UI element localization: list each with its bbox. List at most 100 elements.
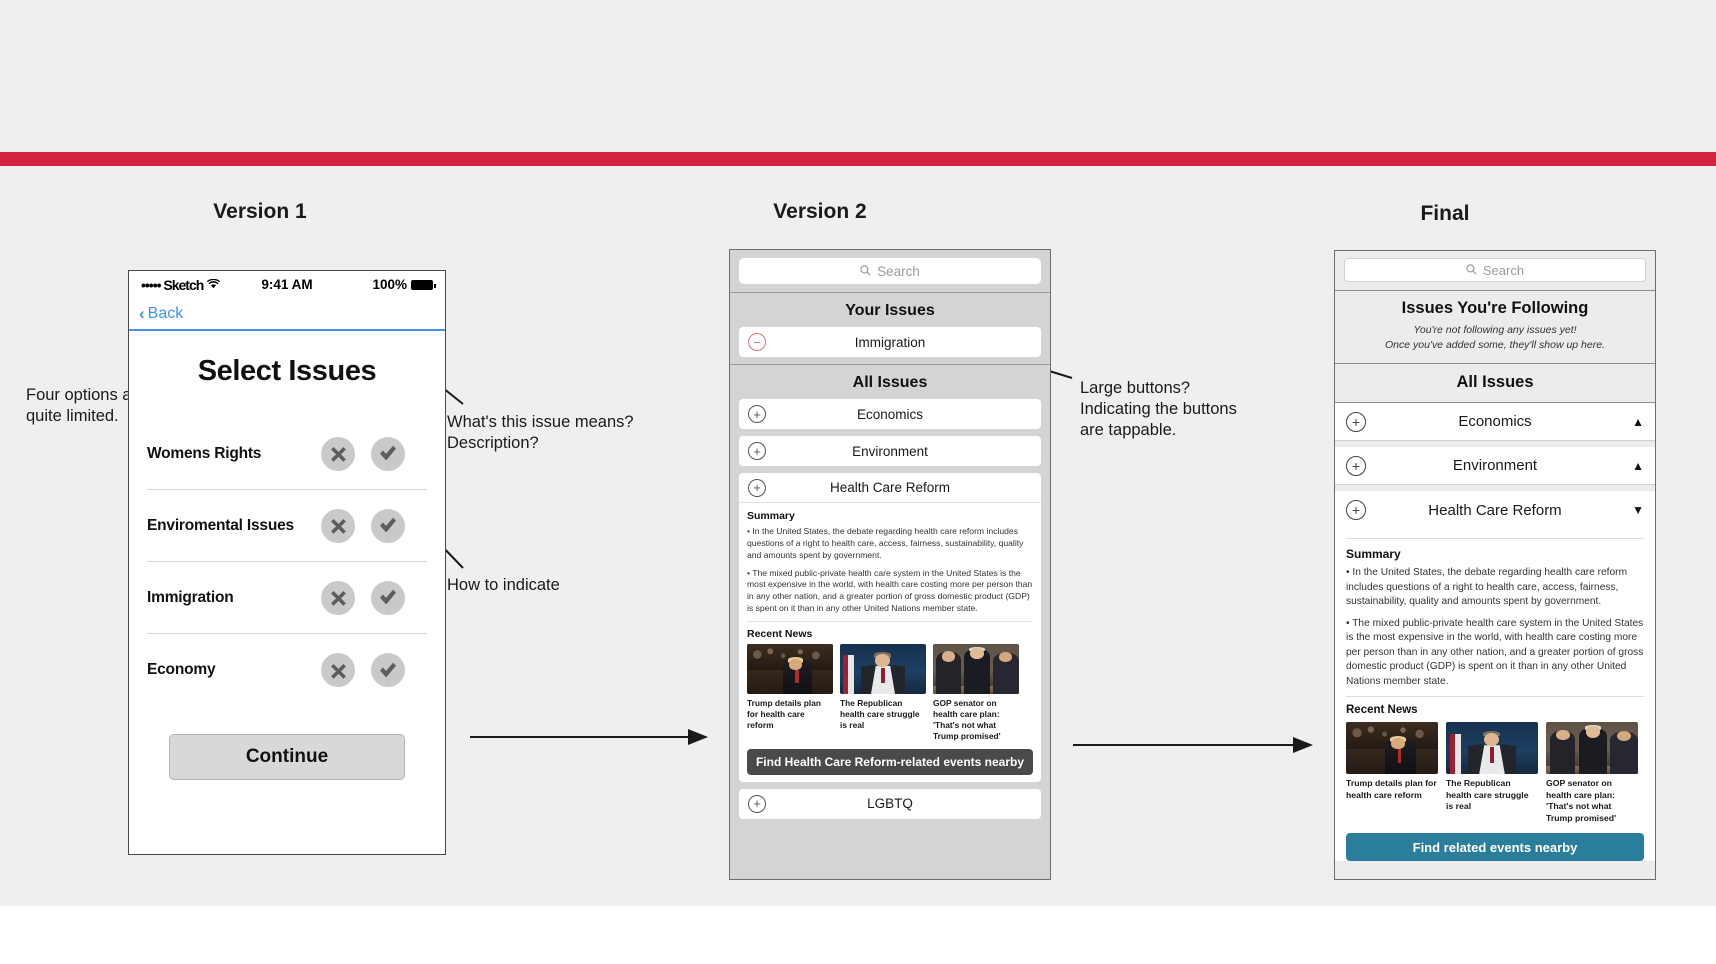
top-background-band [0, 0, 1716, 156]
list-item-health-care-reform[interactable]: + Health Care Reform ▼ [1335, 491, 1655, 530]
annotation-issue-meaning: What's this issue means? Description? [447, 413, 634, 453]
news-card[interactable]: GOP senator on health care plan: 'That's… [933, 644, 1019, 742]
list-item: Enviromental Issues [147, 490, 427, 562]
expanded-issue-header[interactable]: + Health Care Reform [739, 473, 1041, 503]
plus-circle-icon[interactable]: + [1346, 455, 1366, 476]
list-item-environment[interactable]: + Environment ▲ [1335, 447, 1655, 486]
search-input[interactable]: Search [739, 258, 1041, 284]
following-empty-state: You're not following any issues yet! Onc… [1385, 324, 1605, 352]
news-card[interactable]: The Republican health care struggle is r… [1446, 722, 1538, 824]
issue-label: Immigration [147, 588, 234, 606]
divider [747, 621, 1033, 623]
search-placeholder: Search [877, 263, 920, 279]
final-phone-mockup: Search Issues You're Following You're no… [1334, 250, 1656, 880]
check-circle-icon[interactable] [371, 436, 405, 471]
x-circle-icon[interactable] [321, 580, 355, 615]
list-item-immigration[interactable]: − Immigration [739, 327, 1041, 357]
news-caption: Trump details plan for health care refor… [747, 698, 821, 730]
expanded-issue-panel: Summary • In the United States, the deba… [1335, 529, 1655, 862]
following-section: Issues You're Following You're not follo… [1335, 290, 1655, 365]
list-item-economics[interactable]: + Economics ▲ [1335, 403, 1655, 442]
news-card[interactable]: GOP senator on health care plan: 'That's… [1546, 722, 1638, 824]
search-input[interactable]: Search [1344, 258, 1646, 282]
red-accent-bar [0, 152, 1716, 166]
check-circle-icon[interactable] [371, 653, 405, 687]
news-caption: GOP senator on health care plan: 'That's… [933, 698, 1001, 741]
plus-circle-icon[interactable]: + [748, 478, 766, 497]
find-events-button[interactable]: Find Health Care Reform-related events n… [747, 748, 1033, 775]
divider [1346, 538, 1644, 540]
issue-label: Immigration [854, 334, 926, 350]
column-title-version-1: Version 1 [213, 200, 307, 223]
nav-bar: ‹ Back [129, 298, 445, 331]
plus-circle-icon[interactable]: + [748, 405, 766, 423]
news-caption: The Republican health care struggle is r… [840, 698, 920, 730]
trump-podium-photo [1346, 722, 1438, 775]
chevron-up-icon[interactable]: ▲ [1632, 415, 1644, 429]
search-placeholder: Search [1482, 262, 1525, 278]
news-card[interactable]: Trump details plan for health care refor… [1346, 722, 1438, 824]
plus-circle-icon[interactable]: + [748, 442, 766, 460]
news-grid: Trump details plan for health care refor… [1346, 722, 1644, 824]
summary-header: Summary [747, 510, 795, 522]
issue-list: Womens Rights Enviromental Issues Immigr… [129, 418, 445, 706]
news-card[interactable]: The Republican health care struggle is r… [840, 644, 926, 742]
search-bar-wrap: Search [1335, 251, 1655, 290]
all-issues-header: All Issues [852, 374, 928, 391]
news-caption: Trump details plan for health care refor… [1346, 778, 1437, 800]
column-title-version-2: Version 2 [773, 200, 867, 223]
summary-paragraph: • In the United States, the debate regar… [747, 526, 1024, 560]
check-circle-icon[interactable] [371, 580, 405, 615]
summary-header: Summary [1346, 547, 1401, 562]
chevron-down-icon[interactable]: ▼ [1632, 503, 1644, 517]
x-circle-icon[interactable] [321, 653, 355, 687]
all-issues-header: All Issues [1335, 364, 1655, 404]
plus-circle-icon[interactable]: + [748, 794, 766, 813]
expanded-issue-body: Summary • In the United States, the deba… [739, 503, 1041, 782]
search-icon [860, 264, 871, 279]
toggle-group [321, 653, 405, 687]
chevron-up-icon[interactable]: ▲ [1632, 459, 1644, 473]
list-item: Economy [147, 634, 427, 706]
your-issues-header: Your Issues [845, 302, 935, 319]
status-bar-right: 100% [372, 277, 436, 292]
news-caption: The Republican health care struggle is r… [1446, 778, 1529, 812]
spicer-briefing-photo [840, 644, 926, 695]
chevron-left-icon: ‹ [139, 303, 145, 323]
toggle-group [321, 508, 405, 543]
issue-label: Economy [147, 661, 216, 678]
status-bar: ••••• Sketch 9:41 AM 100% [129, 271, 445, 298]
list-item-economics[interactable]: + Economics [739, 399, 1041, 429]
issue-label: Health Care Reform [1428, 501, 1562, 519]
back-button[interactable]: ‹ Back [139, 304, 183, 324]
annotation-how-to-indicate: How to indicate [447, 576, 560, 594]
battery-icon [411, 279, 436, 290]
issue-label: Health Care Reform [829, 480, 951, 495]
issue-label: Environment [1452, 457, 1538, 475]
search-icon [1466, 263, 1477, 278]
list-item-environment[interactable]: + Environment [739, 436, 1041, 466]
list-item: Womens Rights [147, 418, 427, 490]
list-item-lgbtq[interactable]: + LGBTQ [739, 788, 1041, 819]
back-button-label: Back [147, 304, 184, 322]
x-circle-icon[interactable] [321, 508, 355, 543]
summary-paragraph: • The mixed public-private health care s… [1346, 617, 1644, 687]
x-circle-icon[interactable] [321, 436, 355, 471]
news-card[interactable]: Trump details plan for health care refor… [747, 644, 833, 742]
plus-circle-icon[interactable]: + [1346, 411, 1366, 432]
issue-label: Environment [852, 443, 928, 459]
issue-label: LGBTQ [867, 796, 913, 812]
find-events-button[interactable]: Find related events nearby [1346, 833, 1644, 862]
minus-circle-icon[interactable]: − [748, 333, 766, 351]
continue-button[interactable]: Continue [169, 734, 405, 780]
spicer-briefing-photo [1446, 722, 1538, 775]
issue-label: Economics [856, 406, 924, 422]
version-1-phone-mockup: ••••• Sketch 9:41 AM 100% ‹ Back Select … [128, 270, 446, 855]
version-2-phone-mockup: Search Your Issues − Immigration All Iss… [729, 249, 1051, 880]
design-board: Version 1 Version 2 Final Four options a… [0, 0, 1716, 964]
battery-percentage: 100% [372, 277, 407, 292]
check-circle-icon[interactable] [371, 508, 405, 543]
issue-label: Economics [1458, 413, 1532, 431]
column-title-final: Final [1420, 202, 1470, 225]
list-item: Immigration [147, 562, 427, 634]
